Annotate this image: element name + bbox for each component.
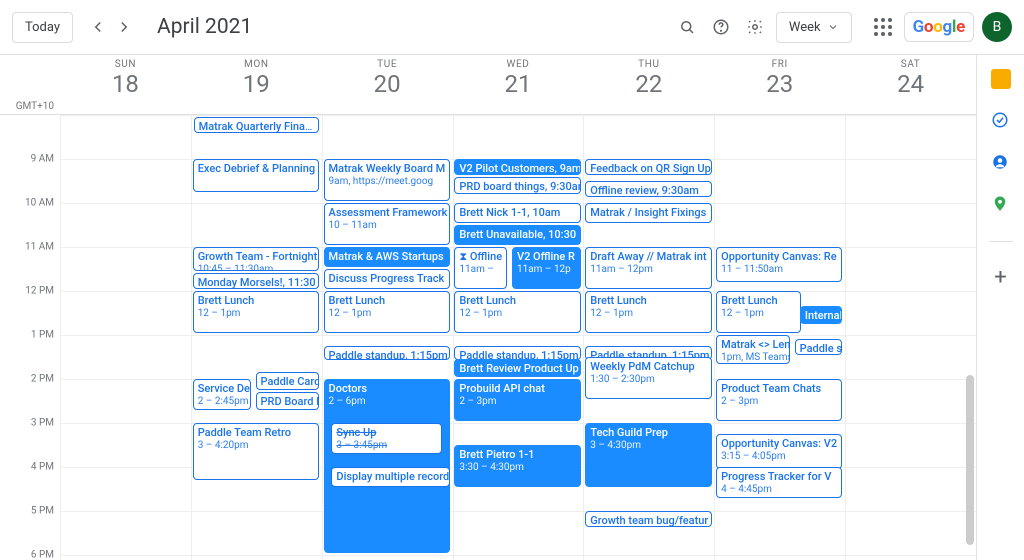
day-header[interactable]: SUN18 bbox=[60, 55, 191, 114]
calendar-event[interactable]: Brett Nick 1-1, 10am bbox=[454, 203, 580, 223]
search-icon[interactable] bbox=[674, 14, 700, 40]
calendar-event[interactable]: Doctors2 – 6pm bbox=[324, 379, 450, 553]
hour-label: 6 PM bbox=[31, 550, 54, 560]
account-avatar[interactable]: B bbox=[982, 12, 1012, 42]
calendar-event[interactable]: Brett Lunch12 – 1pm bbox=[193, 291, 319, 333]
calendar-event[interactable]: Tech Guild Prep3 – 4:30pm bbox=[585, 423, 711, 487]
view-selector[interactable]: Week bbox=[776, 12, 852, 43]
side-panel: + bbox=[976, 55, 1024, 560]
day-of-week: MON bbox=[191, 59, 322, 70]
day-number: 24 bbox=[845, 70, 976, 98]
calendar-event[interactable]: Paddle standup, 1:15pm bbox=[454, 346, 580, 360]
calendar-event[interactable]: Product Team Chats2 – 3pm bbox=[716, 379, 842, 421]
day-of-week: SUN bbox=[60, 59, 191, 70]
day-number: 18 bbox=[60, 70, 191, 98]
calendar-event[interactable]: Paddle Team Retro3 – 4:20pm bbox=[193, 423, 319, 480]
day-of-week: TUE bbox=[322, 59, 453, 70]
hour-label: 9 AM bbox=[31, 154, 54, 165]
calendar-event[interactable]: Matrak / Insight Fixings bbox=[585, 203, 711, 223]
calendar-event[interactable]: PRD Board R bbox=[256, 392, 319, 410]
calendar-event[interactable]: Brett Unavailable, 10:30 bbox=[454, 225, 580, 245]
next-week-button[interactable] bbox=[111, 14, 137, 40]
calendar-event[interactable]: Brett Lunch12 – 1pm bbox=[585, 291, 711, 333]
calendar-event[interactable]: Growth Team - Fortnightly10:45 – 11:30am bbox=[193, 247, 319, 271]
calendar-event[interactable]: Brett Lunch12 – 1pm bbox=[324, 291, 450, 333]
view-label: Week bbox=[789, 20, 821, 35]
hour-label: 4 PM bbox=[31, 462, 54, 473]
calendar-event[interactable]: Brett Lunch12 – 1pm bbox=[716, 291, 800, 333]
calendar-event[interactable]: Internal Pre bbox=[800, 306, 843, 324]
calendar-event[interactable]: ⧗ Offline11am – bbox=[454, 247, 507, 289]
calendar-event[interactable]: Draft Away // Matrak int11am – 12pm bbox=[585, 247, 711, 289]
tasks-icon[interactable] bbox=[991, 111, 1011, 131]
day-number: 22 bbox=[583, 70, 714, 98]
hour-label: 3 PM bbox=[31, 418, 54, 429]
day-header[interactable]: WED21 bbox=[453, 55, 584, 114]
today-button[interactable]: Today bbox=[12, 12, 73, 43]
chevron-down-icon bbox=[827, 21, 839, 33]
help-icon[interactable] bbox=[708, 14, 734, 40]
calendar-event[interactable]: Opportunity Canvas: V23:15 – 4:05pm bbox=[716, 434, 842, 469]
calendar-event[interactable]: Service Delivery2 – 2:45pm bbox=[193, 379, 251, 410]
calendar-event[interactable]: Discuss Progress Track bbox=[324, 269, 450, 289]
day-of-week: WED bbox=[453, 59, 584, 70]
calendar-event[interactable]: Opportunity Canvas: Re11 – 11:50am bbox=[716, 247, 842, 282]
hour-label: 11 AM bbox=[25, 242, 54, 253]
google-logo: Google bbox=[904, 12, 974, 42]
hour-label: 2 PM bbox=[31, 374, 54, 385]
calendar-event[interactable]: Paddle Cards bbox=[256, 372, 319, 390]
calendar-event[interactable]: Exec Debrief & Planning bbox=[193, 159, 319, 192]
calendar-event[interactable]: Matrak & AWS Startups bbox=[324, 247, 450, 267]
day-header[interactable]: THU22 bbox=[583, 55, 714, 114]
allday-event[interactable]: Matrak Quarterly Financial bbox=[194, 117, 319, 133]
day-number: 19 bbox=[191, 70, 322, 98]
day-number: 20 bbox=[322, 70, 453, 98]
hour-label: 12 PM bbox=[25, 286, 54, 297]
calendar-event[interactable]: Matrak <> Lendlease1pm, MS Teams (dia bbox=[716, 335, 790, 364]
contacts-icon[interactable] bbox=[991, 153, 1011, 173]
calendar-event[interactable]: Offline review, 9:30am bbox=[585, 181, 711, 197]
keep-icon[interactable] bbox=[991, 69, 1011, 89]
hour-label: 10 AM bbox=[25, 198, 54, 209]
add-addon-icon[interactable]: + bbox=[988, 264, 1014, 290]
settings-icon[interactable] bbox=[742, 14, 768, 40]
calendar-event[interactable]: Paddle stan bbox=[795, 339, 843, 355]
day-of-week: SAT bbox=[845, 59, 976, 70]
calendar-event[interactable]: V2 Pilot Customers, 9am bbox=[454, 159, 580, 175]
day-header[interactable]: TUE20 bbox=[322, 55, 453, 114]
maps-icon[interactable] bbox=[991, 195, 1011, 215]
calendar-event[interactable]: Assessment Framework10 – 11am bbox=[324, 203, 450, 245]
calendar-event[interactable]: Matrak Weekly Board M9am, https://meet.g… bbox=[324, 159, 450, 201]
calendar-event[interactable]: Brett Review Product Up bbox=[454, 359, 580, 377]
hour-label: 5 PM bbox=[31, 506, 54, 517]
day-header[interactable]: MON19 bbox=[191, 55, 322, 114]
day-header[interactable]: SAT24 bbox=[845, 55, 976, 114]
calendar-event[interactable]: Paddle standup, 1:15pm bbox=[324, 346, 450, 360]
prev-week-button[interactable] bbox=[85, 14, 111, 40]
calendar-event[interactable]: V2 Offline R11am – 12p bbox=[512, 247, 581, 289]
timezone-label: GMT+10 bbox=[0, 55, 60, 114]
current-month: April 2021 bbox=[157, 15, 252, 39]
calendar-event[interactable]: Weekly PdM Catchup1:30 – 2:30pm bbox=[585, 357, 711, 399]
calendar-event[interactable]: Progress Tracker for V4 – 4:45pm bbox=[716, 467, 842, 498]
day-of-week: THU bbox=[583, 59, 714, 70]
day-header[interactable]: FRI23 bbox=[714, 55, 845, 114]
calendar-event[interactable]: Monday Morsels!, 11:30 bbox=[193, 273, 319, 289]
calendar-event[interactable]: Brett Pietro 1-13:30 – 4:30pm bbox=[454, 445, 580, 487]
calendar-event[interactable]: PRD board things, 9:30am bbox=[454, 177, 580, 195]
day-number: 21 bbox=[453, 70, 584, 98]
calendar-event[interactable]: Probuild API chat2 – 3pm bbox=[454, 379, 580, 421]
calendar-event[interactable]: Feedback on QR Sign Up, bbox=[585, 159, 711, 175]
calendar-event[interactable]: Sync Up3 – 3:45pm bbox=[331, 423, 442, 454]
apps-icon[interactable] bbox=[870, 14, 896, 40]
hour-label: 1 PM bbox=[31, 330, 54, 341]
day-of-week: FRI bbox=[714, 59, 845, 70]
calendar-event[interactable]: Display multiple records bbox=[331, 467, 449, 487]
day-number: 23 bbox=[714, 70, 845, 98]
scrollbar[interactable] bbox=[966, 375, 974, 545]
calendar-event[interactable]: Brett Lunch12 – 1pm bbox=[454, 291, 580, 333]
calendar-event[interactable]: Growth team bug/featur bbox=[585, 511, 711, 527]
